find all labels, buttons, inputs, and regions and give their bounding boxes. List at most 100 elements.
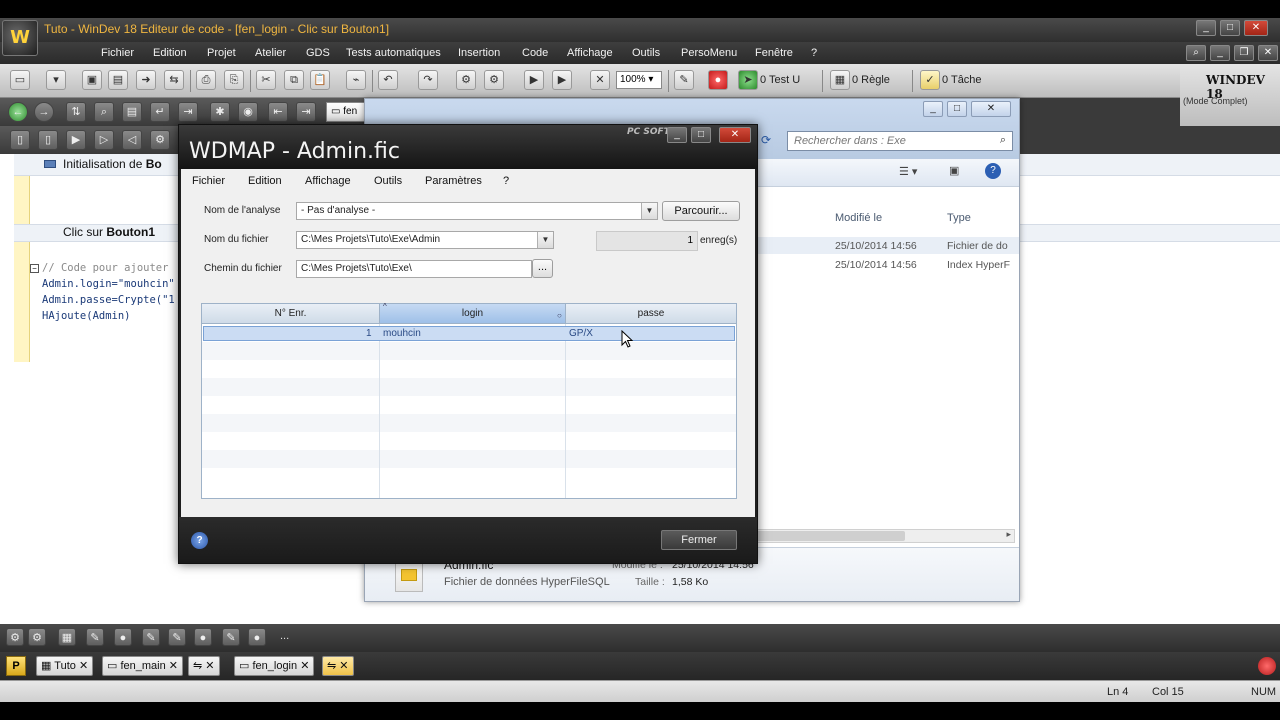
close-icon[interactable]: ✕ bbox=[339, 660, 348, 672]
test-icon[interactable]: ➤ bbox=[738, 70, 758, 90]
wdmap-menu-edition[interactable]: Edition bbox=[248, 175, 282, 187]
path-browse-button[interactable]: ... bbox=[532, 259, 553, 278]
wdmap-minimize-button[interactable]: _ bbox=[667, 127, 687, 143]
align-right-icon[interactable]: ⇥ bbox=[296, 102, 316, 122]
col-modified[interactable]: Modifié le bbox=[835, 212, 882, 224]
find-icon[interactable]: ⌕ bbox=[94, 102, 114, 122]
cut-icon[interactable]: ✂ bbox=[256, 70, 276, 90]
browse-button[interactable]: Parcourir... bbox=[662, 201, 740, 221]
more-icon[interactable]: ... bbox=[280, 630, 289, 642]
help-icon[interactable]: ? bbox=[985, 163, 1001, 179]
tool-icon[interactable]: ● bbox=[194, 628, 212, 646]
task-count[interactable]: 0 Tâche bbox=[942, 74, 982, 86]
test-count[interactable]: 0 Test U bbox=[760, 74, 800, 86]
block-icon[interactable]: ▤ bbox=[122, 102, 142, 122]
table-row[interactable] bbox=[202, 342, 736, 360]
records-table[interactable]: N° Enr. login ^ ○ passe 1 mouhcin GP/X bbox=[201, 302, 737, 499]
menu-insertion[interactable]: Insertion bbox=[458, 47, 500, 59]
close-icon[interactable]: ✕ bbox=[79, 660, 88, 672]
table-row[interactable] bbox=[202, 378, 736, 396]
path-input[interactable]: C:\Mes Projets\Tuto\Exe\ bbox=[296, 260, 532, 278]
print-icon[interactable]: ⎙ bbox=[196, 70, 216, 90]
maximize-button[interactable]: □ bbox=[1220, 20, 1240, 36]
new-file-icon[interactable]: ▭ bbox=[10, 70, 30, 90]
format-icon[interactable]: ⌁ bbox=[346, 70, 366, 90]
col-header-login[interactable]: login bbox=[380, 304, 566, 324]
menu-outils[interactable]: Outils bbox=[632, 47, 660, 59]
task-icon[interactable]: ✓ bbox=[920, 70, 940, 90]
chevron-down-icon[interactable]: ▼ bbox=[537, 232, 553, 248]
wdmap-close-button[interactable]: ✕ bbox=[719, 127, 751, 143]
doc-minimize-button[interactable]: _ bbox=[1210, 45, 1230, 61]
page-icon[interactable]: ▯ bbox=[38, 130, 58, 150]
compare-icon[interactable]: ⇆ bbox=[164, 70, 184, 90]
gear-icon[interactable]: ⚙ bbox=[150, 130, 170, 150]
tool-icon[interactable]: ▦ bbox=[58, 628, 76, 646]
tab-code[interactable]: ⇋ ✕ bbox=[188, 656, 220, 676]
wdmap-menu-affichage[interactable]: Affichage bbox=[305, 175, 351, 187]
code-icon[interactable]: ⇅ bbox=[66, 102, 86, 122]
close-dialog-button[interactable]: Fermer bbox=[661, 530, 737, 550]
tab-fen-main[interactable]: ▭ fen_main ✕ bbox=[102, 656, 184, 676]
tool-icon[interactable]: ✎ bbox=[86, 628, 104, 646]
copy-icon[interactable]: ⧉ bbox=[284, 70, 304, 90]
file-combo[interactable]: C:\Mes Projets\Tuto\Exe\Admin ▼ bbox=[296, 231, 554, 249]
wdmap-menu-parametres[interactable]: Paramètres bbox=[425, 175, 482, 187]
wdmap-menu-help[interactable]: ? bbox=[503, 175, 509, 187]
go-project-icon[interactable]: ▶ bbox=[524, 70, 544, 90]
close-button[interactable]: ✕ bbox=[1244, 20, 1268, 36]
redo-icon[interactable]: ↷ bbox=[418, 70, 438, 90]
play-icon[interactable]: ▶ bbox=[66, 130, 86, 150]
collapse-icon[interactable]: − bbox=[30, 264, 39, 273]
col-type[interactable]: Type bbox=[947, 212, 971, 224]
step-icon[interactable]: ▷ bbox=[94, 130, 114, 150]
menu-edition[interactable]: Edition bbox=[153, 47, 187, 59]
help-icon[interactable]: ? bbox=[191, 532, 208, 549]
sort-icon[interactable]: ^ bbox=[383, 302, 387, 311]
doc-restore-button[interactable]: ❐ bbox=[1234, 45, 1254, 61]
explorer-maximize-button[interactable]: □ bbox=[947, 101, 967, 117]
pen-icon[interactable]: ✎ bbox=[674, 70, 694, 90]
menu-help[interactable]: ? bbox=[811, 47, 817, 59]
tab-active-code[interactable]: ⇋ ✕ bbox=[322, 656, 354, 676]
breakpoint-icon[interactable]: ◉ bbox=[238, 102, 258, 122]
print-preview-icon[interactable]: ⎘ bbox=[224, 70, 244, 90]
explorer-close-button[interactable]: ✕ bbox=[971, 101, 1011, 117]
project-icon[interactable]: P bbox=[6, 656, 26, 676]
explorer-minimize-button[interactable]: _ bbox=[923, 101, 943, 117]
open-icon[interactable]: ▾ bbox=[46, 70, 66, 90]
debug-icon[interactable]: ✱ bbox=[210, 102, 230, 122]
close-icon[interactable]: ✕ bbox=[300, 660, 309, 672]
windev-logo-icon[interactable]: W bbox=[2, 20, 38, 56]
wrap-icon[interactable]: ↵ bbox=[150, 102, 170, 122]
tool-icon[interactable]: ✎ bbox=[142, 628, 160, 646]
search-icon[interactable]: ⌕ bbox=[1186, 45, 1206, 61]
menu-persomenu[interactable]: PersoMenu bbox=[681, 47, 737, 59]
save-all-icon[interactable]: ▤ bbox=[108, 70, 128, 90]
analysis-combo[interactable]: - Pas d'analyse - ▼ bbox=[296, 202, 658, 220]
forward-icon[interactable]: → bbox=[34, 102, 54, 122]
comment-icon[interactable]: ▯ bbox=[10, 130, 30, 150]
zoom-select[interactable]: 100% ▾ bbox=[616, 71, 662, 89]
preview-pane-icon[interactable]: ▣ bbox=[949, 164, 959, 177]
step-back-icon[interactable]: ◁ bbox=[122, 130, 142, 150]
wdmap-menu-outils[interactable]: Outils bbox=[374, 175, 402, 187]
table-row[interactable] bbox=[202, 414, 736, 432]
col-header-num[interactable]: N° Enr. bbox=[202, 304, 380, 324]
menu-fenetre[interactable]: Fenêtre bbox=[755, 47, 793, 59]
indent-icon[interactable]: ⇥ bbox=[178, 102, 198, 122]
go-icon[interactable]: ➜ bbox=[136, 70, 156, 90]
doc-close-button[interactable]: ✕ bbox=[1258, 45, 1278, 61]
wdmap-menu-fichier[interactable]: Fichier bbox=[192, 175, 225, 187]
table-row[interactable] bbox=[202, 450, 736, 468]
table-row-selected[interactable] bbox=[203, 326, 735, 341]
paste-icon[interactable]: 📋 bbox=[310, 70, 330, 90]
chevron-down-icon[interactable]: ▼ bbox=[641, 203, 657, 219]
tool-icon[interactable]: ✎ bbox=[222, 628, 240, 646]
save-icon[interactable]: ▣ bbox=[82, 70, 102, 90]
close-icon[interactable]: ✕ bbox=[169, 660, 178, 672]
menu-affichage[interactable]: Affichage bbox=[567, 47, 613, 59]
filter-icon[interactable]: ○ bbox=[557, 311, 562, 320]
tool-icon[interactable]: ● bbox=[114, 628, 132, 646]
tab-fen-login[interactable]: ▭ fen_login ✕ bbox=[234, 656, 315, 676]
